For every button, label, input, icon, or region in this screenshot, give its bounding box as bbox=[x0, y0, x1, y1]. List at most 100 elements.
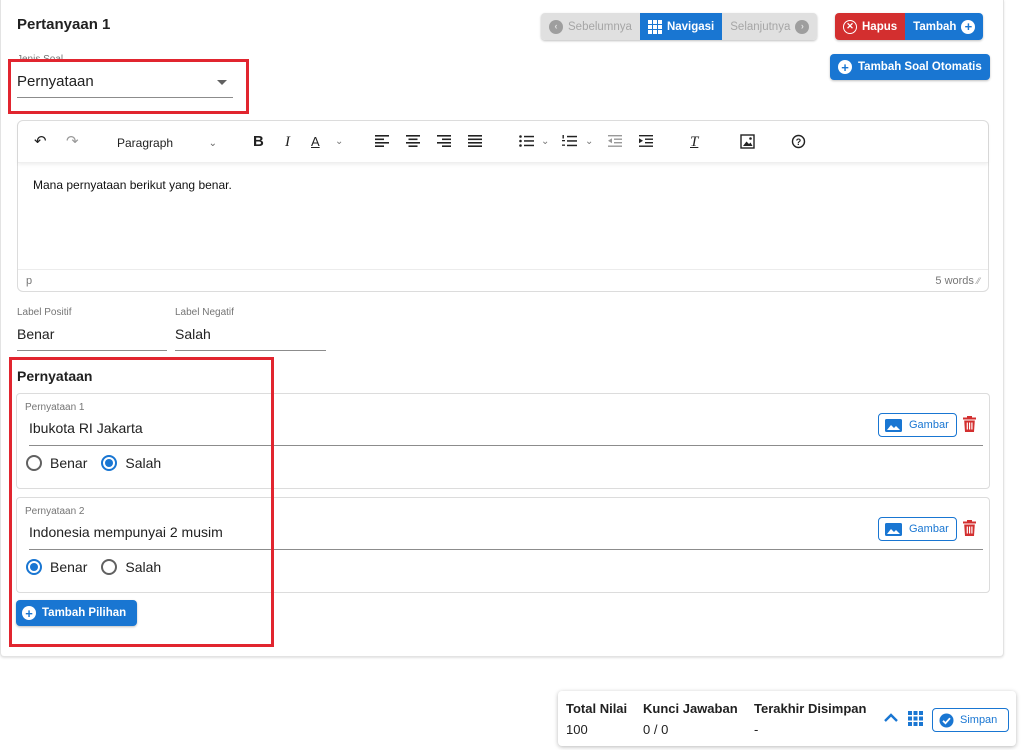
statement-answer-group: Benar Salah bbox=[26, 559, 167, 575]
radio-benar[interactable]: Benar bbox=[26, 559, 87, 575]
last-saved-label: Terakhir Disimpan bbox=[754, 701, 867, 716]
next-button[interactable]: Selanjutnya › bbox=[722, 13, 818, 40]
align-right-icon[interactable] bbox=[437, 135, 451, 147]
grid-icon bbox=[647, 19, 662, 34]
chevron-right-icon: › bbox=[795, 19, 810, 34]
chevron-down-icon[interactable]: ⌄ bbox=[335, 133, 343, 151]
auto-add-question-button[interactable]: + Tambah Soal Otomatis bbox=[830, 54, 990, 80]
negative-label-title: Label Negatif bbox=[175, 307, 234, 318]
italic-icon[interactable]: I bbox=[285, 133, 290, 151]
image-button[interactable]: Gambar bbox=[878, 413, 957, 437]
statement-input[interactable]: Ibukota RI Jakarta bbox=[29, 420, 143, 436]
question-title: Pertanyaan 1 bbox=[17, 16, 111, 33]
navigate-button-label: Navigasi bbox=[666, 20, 715, 33]
chevron-down-icon[interactable]: ⌄ bbox=[585, 133, 593, 151]
help-icon[interactable]: ? bbox=[791, 134, 806, 149]
bold-icon[interactable]: B bbox=[253, 133, 264, 151]
editor-statusbar: p 5 words ⁄⁄ bbox=[18, 269, 988, 291]
chevron-left-icon: ‹ bbox=[549, 19, 563, 34]
radio-label: Salah bbox=[125, 455, 162, 471]
check-circle-icon bbox=[939, 713, 954, 727]
radio-button-unchecked[interactable] bbox=[26, 455, 42, 471]
editor-content[interactable]: Mana pernyataan berikut yang benar. bbox=[33, 178, 232, 192]
numbered-list-icon[interactable] bbox=[562, 135, 577, 147]
add-button[interactable]: Tambah + bbox=[905, 13, 984, 40]
question-actions: ✕ Hapus Tambah + bbox=[835, 13, 984, 40]
total-score: Total Nilai 100 bbox=[566, 701, 627, 737]
question-navigation: ‹ Sebelumnya Navigasi Selanjutnya › bbox=[541, 13, 818, 40]
navigate-button[interactable]: Navigasi bbox=[639, 13, 723, 40]
answer-key-label: Kunci Jawaban bbox=[643, 701, 738, 716]
indent-icon[interactable] bbox=[639, 135, 653, 147]
element-path: p bbox=[26, 274, 33, 287]
radio-label: Benar bbox=[50, 559, 88, 575]
grid-icon[interactable] bbox=[908, 711, 923, 726]
image-button[interactable]: Gambar bbox=[878, 517, 957, 541]
chevron-down-icon[interactable]: ⌄ bbox=[541, 133, 549, 151]
svg-text:?: ? bbox=[796, 137, 802, 147]
prev-button[interactable]: ‹ Sebelumnya bbox=[541, 13, 640, 40]
positive-label-title: Label Positif bbox=[17, 307, 72, 318]
last-saved-value: - bbox=[754, 722, 759, 737]
last-saved: Terakhir Disimpan - bbox=[754, 701, 866, 737]
align-center-icon[interactable] bbox=[406, 135, 420, 147]
undo-icon[interactable]: ↶ bbox=[34, 133, 47, 151]
statement-card-2: Pernyataan 2 Indonesia mempunyai 2 musim… bbox=[16, 497, 990, 593]
caret-down-icon[interactable] bbox=[217, 80, 227, 85]
clear-formatting-icon[interactable]: T bbox=[690, 133, 698, 151]
bullet-list-icon[interactable] bbox=[519, 135, 534, 147]
add-option-label: Tambah Pilihan bbox=[42, 607, 127, 619]
radio-button-checked[interactable] bbox=[101, 455, 118, 471]
trash-icon[interactable] bbox=[963, 520, 976, 536]
statement-answer-group: Benar Salah bbox=[26, 455, 167, 471]
statement-underline bbox=[29, 549, 983, 550]
editor-toolbar: ↶ ↷ Paragraph ⌄ B I A ⌄ ⌄ ⌄ T ? bbox=[18, 121, 988, 163]
add-button-label: Tambah bbox=[913, 20, 957, 33]
word-count: 5 words ⁄⁄ bbox=[935, 275, 980, 287]
plus-circle-icon: + bbox=[961, 19, 976, 34]
close-circle-icon: ✕ bbox=[843, 19, 857, 34]
radio-button-unchecked[interactable] bbox=[101, 559, 118, 575]
radio-label: Benar bbox=[50, 455, 88, 471]
insert-image-icon[interactable] bbox=[740, 134, 755, 149]
radio-salah[interactable]: Salah bbox=[101, 559, 161, 575]
total-score-value: 100 bbox=[566, 722, 588, 737]
prev-button-label: Sebelumnya bbox=[568, 20, 632, 33]
next-button-label: Selanjutnya bbox=[730, 20, 791, 33]
redo-icon[interactable]: ↷ bbox=[66, 133, 79, 151]
plus-circle-icon: + bbox=[838, 60, 852, 74]
save-button[interactable]: Simpan bbox=[932, 708, 1009, 732]
negative-label-input[interactable]: Salah bbox=[175, 326, 211, 342]
radio-label: Salah bbox=[125, 559, 162, 575]
select-underline bbox=[17, 97, 233, 98]
image-button-label: Gambar bbox=[909, 419, 949, 431]
delete-button[interactable]: ✕ Hapus bbox=[835, 13, 906, 40]
answer-key-value: 0 / 0 bbox=[643, 722, 669, 737]
rich-text-editor: ↶ ↷ Paragraph ⌄ B I A ⌄ ⌄ ⌄ T ? Mana per… bbox=[17, 120, 989, 292]
outdent-icon[interactable] bbox=[608, 135, 622, 147]
chevron-up-icon[interactable] bbox=[884, 713, 898, 722]
resize-handle-icon[interactable]: ⁄⁄ bbox=[977, 276, 980, 286]
text-color-icon[interactable]: A bbox=[311, 133, 320, 151]
statement-input[interactable]: Indonesia mempunyai 2 musim bbox=[29, 524, 223, 540]
delete-button-label: Hapus bbox=[862, 20, 898, 33]
block-format-value: Paragraph bbox=[117, 136, 174, 150]
align-justify-icon[interactable] bbox=[468, 135, 482, 147]
radio-benar[interactable]: Benar bbox=[26, 455, 87, 471]
answer-key: Kunci Jawaban 0 / 0 bbox=[643, 701, 738, 737]
positive-label-underline bbox=[17, 350, 167, 351]
radio-salah[interactable]: Salah bbox=[101, 455, 161, 471]
total-score-label: Total Nilai bbox=[566, 701, 628, 716]
block-format-select[interactable]: Paragraph ⌄ bbox=[111, 133, 223, 153]
positive-label-input[interactable]: Benar bbox=[17, 326, 54, 342]
image-icon bbox=[885, 522, 902, 536]
trash-icon[interactable] bbox=[963, 416, 976, 432]
statement-label: Pernyataan 1 bbox=[25, 402, 85, 413]
align-left-icon[interactable] bbox=[375, 135, 389, 147]
plus-circle-icon: + bbox=[22, 606, 36, 620]
question-card: Pertanyaan 1 ‹ Sebelumnya Navigasi Selan… bbox=[0, 0, 1004, 657]
radio-button-checked[interactable] bbox=[26, 559, 42, 575]
add-option-button[interactable]: + Tambah Pilihan bbox=[16, 600, 137, 626]
question-type-select[interactable]: Pernyataan bbox=[17, 73, 94, 90]
statement-card-1: Pernyataan 1 Ibukota RI Jakarta Benar Sa… bbox=[16, 393, 990, 489]
